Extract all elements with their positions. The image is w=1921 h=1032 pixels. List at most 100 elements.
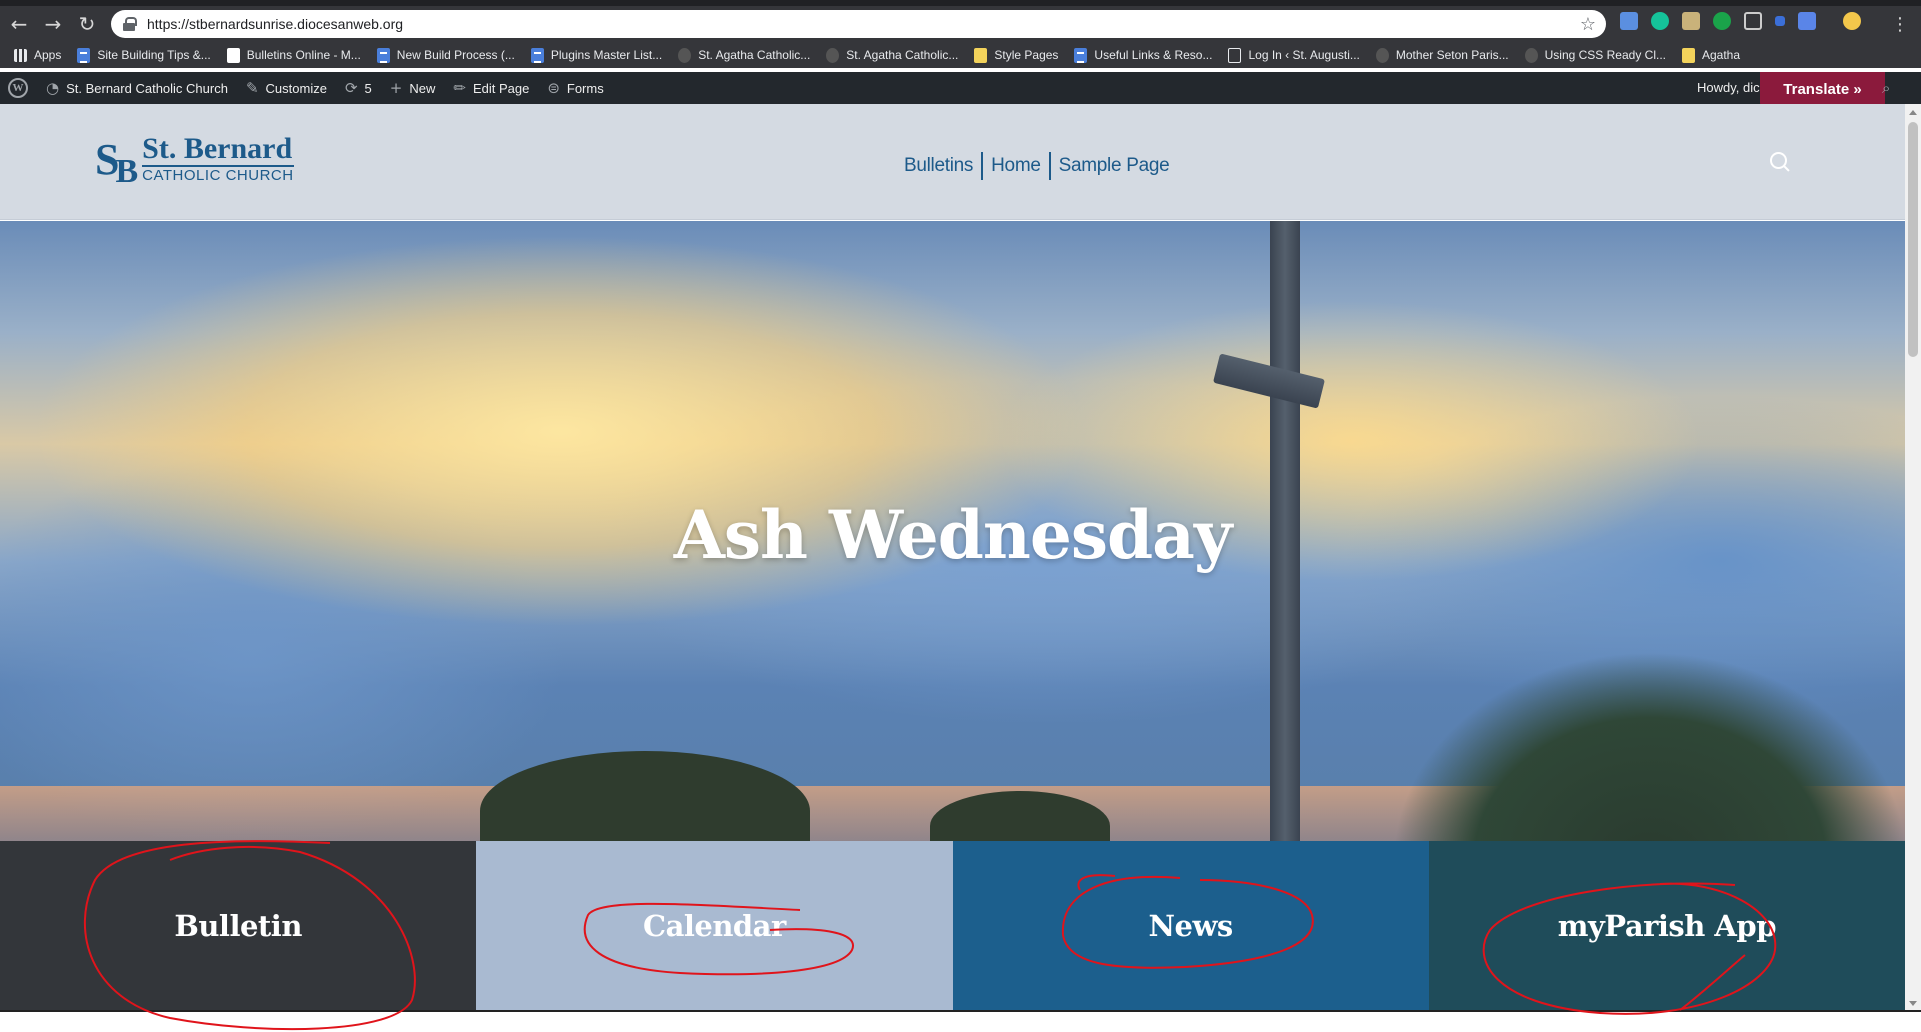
- page-scrollbar[interactable]: [1905, 104, 1921, 1010]
- bookmark-dim-icon: [1524, 47, 1538, 63]
- bookmark-label: Log In ‹ St. Augusti...: [1248, 48, 1360, 62]
- bookmark-label: St. Agatha Catholic...: [698, 48, 811, 62]
- browser-menu-icon[interactable]: ⋮: [1891, 14, 1909, 35]
- back-icon[interactable]: ←: [4, 9, 34, 39]
- logo-name: St. Bernard: [142, 132, 293, 165]
- bookmark-outline-icon: [1228, 47, 1242, 63]
- hero-banner: Ash Wednesday: [0, 221, 1905, 841]
- plus-icon: +: [389, 79, 403, 97]
- admin-new[interactable]: + New: [390, 79, 436, 97]
- bookmark-doc-icon: [530, 47, 544, 63]
- bookmark-apps-icon: [14, 48, 27, 62]
- screenshot-icon[interactable]: [1744, 12, 1762, 30]
- bookmark-item[interactable]: Agatha: [1682, 47, 1741, 63]
- bookmark-folder-icon: [974, 47, 988, 63]
- bookmark-item[interactable]: Bulletins Online - M...: [226, 47, 361, 63]
- admin-updates[interactable]: ⟳ 5: [345, 79, 372, 97]
- profile-avatar-icon[interactable]: [1843, 12, 1861, 30]
- forms-icon: ⊜: [547, 79, 560, 97]
- bookmark-dim-icon: [678, 47, 692, 63]
- cross-beam: [1212, 353, 1326, 409]
- site-logo[interactable]: SB St. Bernard CATHOLIC CHURCH: [95, 132, 294, 190]
- bookmark-label: Style Pages: [994, 48, 1059, 62]
- tile-news-label: News: [1148, 908, 1234, 943]
- bookmark-item[interactable]: Mother Seton Paris...: [1375, 47, 1509, 63]
- bookmark-item[interactable]: Site Building Tips &...: [77, 47, 211, 63]
- updates-icon: ⟳: [344, 79, 358, 97]
- wordpress-logo-icon[interactable]: W: [8, 78, 28, 98]
- brush-icon: ✎: [245, 79, 259, 97]
- tile-news[interactable]: News: [952, 841, 1429, 1010]
- admin-updates-count: 5: [364, 80, 372, 96]
- scroll-up-icon[interactable]: [1909, 110, 1917, 115]
- admin-edit-page[interactable]: ✏ Edit Page: [453, 79, 529, 97]
- scroll-thumb[interactable]: [1908, 122, 1918, 357]
- tile-calendar[interactable]: Calendar: [476, 841, 953, 1010]
- nav-bulletins[interactable]: Bulletins: [896, 152, 981, 180]
- nav-home[interactable]: Home: [983, 152, 1048, 180]
- bookmark-item[interactable]: Using CSS Ready Cl...: [1524, 47, 1666, 63]
- admin-forms[interactable]: ⊜ Forms: [547, 79, 603, 97]
- address-bar[interactable]: https://stbernardsunrise.diocesanweb.org…: [111, 10, 1606, 38]
- bookmark-item[interactable]: Useful Links & Reso...: [1074, 47, 1212, 63]
- bookmark-label: Site Building Tips &...: [97, 48, 211, 62]
- bookmark-item[interactable]: Log In ‹ St. Augusti...: [1228, 47, 1360, 63]
- extension-icon[interactable]: [1713, 12, 1731, 30]
- site-header: SB St. Bernard CATHOLIC CHURCH Bulletins…: [0, 104, 1905, 220]
- feature-tiles: Bulletin Calendar News myParish App: [0, 841, 1905, 1010]
- grammarly-icon[interactable]: [1651, 12, 1669, 30]
- tile-myparish-app-label: myParish App: [1557, 908, 1777, 943]
- hero-trees: [480, 751, 810, 841]
- admin-customize[interactable]: ✎ Customize: [246, 79, 327, 97]
- tile-myparish-app[interactable]: myParish App: [1428, 841, 1905, 1010]
- bookmark-dim-icon: [826, 47, 840, 63]
- browser-toolbar: ← → ↻ https://stbernardsunrise.diocesanw…: [0, 6, 1921, 42]
- bookmark-white-icon: [226, 47, 240, 63]
- page-bottom-edge: [0, 1010, 1921, 1012]
- extension-icon[interactable]: [1620, 12, 1638, 30]
- admin-search-icon[interactable]: ⌕: [1882, 79, 1890, 97]
- bookmark-doc-icon: [376, 47, 390, 63]
- extension-icon[interactable]: [1775, 16, 1785, 26]
- reload-icon[interactable]: ↻: [72, 9, 102, 39]
- bookmark-item[interactable]: St. Agatha Catholic...: [678, 47, 811, 63]
- bookmark-doc-icon: [1074, 47, 1088, 63]
- extension-icon[interactable]: [1682, 12, 1700, 30]
- bookmark-item[interactable]: Style Pages: [974, 47, 1059, 63]
- nav-sample-page[interactable]: Sample Page: [1051, 152, 1178, 180]
- bookmark-label: Agatha: [1702, 48, 1741, 62]
- bookmark-item[interactable]: Plugins Master List...: [530, 47, 663, 63]
- scroll-down-icon[interactable]: [1909, 1001, 1917, 1006]
- bookmark-item[interactable]: Apps: [14, 48, 61, 62]
- bookmark-label: St. Agatha Catholic...: [846, 48, 959, 62]
- tile-calendar-label: Calendar: [642, 908, 786, 943]
- admin-new-label: New: [409, 80, 436, 96]
- logo-subtitle: CATHOLIC CHURCH: [142, 165, 294, 184]
- tile-bulletin[interactable]: Bulletin: [0, 841, 477, 1010]
- hero-title: Ash Wednesday: [673, 496, 1233, 574]
- bookmarks-bar: Apps Site Building Tips &... Bulletins Onl…: [0, 42, 1921, 68]
- translate-button[interactable]: Translate »: [1760, 72, 1885, 106]
- bookmark-item[interactable]: New Build Process (...: [376, 47, 515, 63]
- admin-forms-label: Forms: [566, 80, 604, 96]
- admin-customize-label: Customize: [265, 80, 327, 96]
- bookmark-star-icon[interactable]: ☆: [1580, 14, 1596, 35]
- logo-monogram: SB: [95, 134, 138, 190]
- bookmark-folder-icon: [1682, 47, 1695, 63]
- wp-admin-bar: W ◔ St. Bernard Catholic Church ✎ Custom…: [0, 72, 1921, 106]
- extension-icons: [1620, 12, 1861, 30]
- bookmark-dim-icon: [1375, 47, 1389, 63]
- main-navigation: Bulletins Home Sample Page: [896, 152, 1177, 180]
- admin-site-name[interactable]: ◔ St. Bernard Catholic Church: [46, 79, 228, 97]
- admin-edit-page-label: Edit Page: [472, 80, 530, 96]
- tile-bulletin-label: Bulletin: [174, 908, 302, 943]
- admin-howdy[interactable]: Howdy, dic: [1697, 80, 1760, 95]
- bookmark-label: Plugins Master List...: [550, 48, 663, 62]
- extension-icon[interactable]: [1798, 12, 1816, 30]
- site-search-icon[interactable]: [1770, 152, 1792, 174]
- address-url: https://stbernardsunrise.diocesanweb.org: [147, 16, 404, 32]
- bookmark-item[interactable]: St. Agatha Catholic...: [826, 47, 959, 63]
- forward-icon[interactable]: →: [38, 9, 68, 39]
- bookmark-label: Apps: [34, 48, 62, 62]
- bookmark-doc-icon: [77, 47, 91, 63]
